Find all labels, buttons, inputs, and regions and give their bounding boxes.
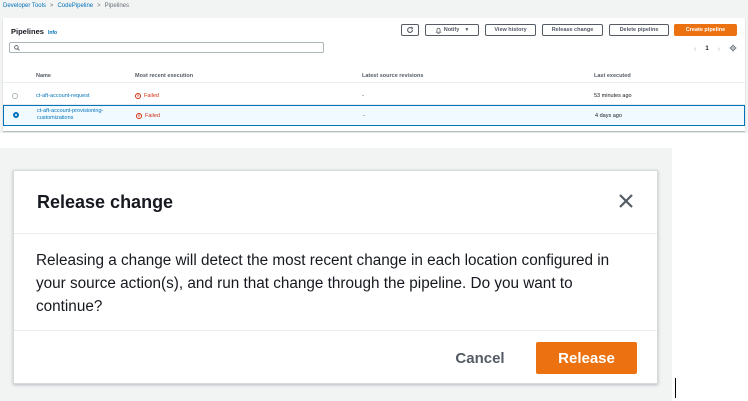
notify-label: Notify: [443, 27, 460, 33]
close-icon: [619, 194, 633, 208]
last-executed: 4 days ago: [595, 113, 622, 119]
info-link[interactable]: Info: [48, 30, 57, 36]
cancel-button[interactable]: Cancel: [445, 346, 515, 370]
modal-message: Releasing a change will detect the most …: [36, 252, 610, 315]
status-label: Failed: [144, 93, 159, 99]
pipeline-name-line-1[interactable]: ct-aft-account-provisioning-: [37, 108, 103, 114]
release-button[interactable]: Release: [536, 342, 637, 374]
table-row[interactable]: ct-aft-account-request ✕ Failed - 53 minu…: [3, 88, 745, 105]
pagination: ‹ 1 ›: [685, 44, 737, 54]
refresh-icon: [407, 26, 414, 33]
pipeline-name-link[interactable]: ct-aft-account-request: [36, 93, 90, 100]
refresh-button[interactable]: [401, 24, 419, 36]
source-revision: -: [362, 93, 364, 99]
release-change-button[interactable]: Release change: [542, 24, 603, 36]
breadcrumb-pipelines: Pipelines: [104, 3, 130, 9]
failed-icon: ✕: [136, 113, 142, 119]
pipelines-console: Developer Tools > CodePipeline > Pipelin…: [0, 0, 748, 133]
search-icon: [14, 45, 20, 51]
pipeline-name-link[interactable]: ct-aft-account-provisioning- customizati…: [37, 108, 103, 122]
column-header-last-executed[interactable]: Last executed: [594, 73, 631, 79]
modal-header: Release change: [14, 171, 657, 234]
delete-pipeline-button[interactable]: Delete pipeline: [609, 24, 669, 36]
failed-icon: ✕: [135, 93, 141, 99]
last-executed: 53 minutes ago: [594, 93, 632, 99]
notify-button[interactable]: Notify ▼: [425, 24, 479, 36]
column-header-name[interactable]: Name: [36, 73, 51, 79]
page-title: Pipelines Info: [11, 27, 57, 36]
table-header: Name Most recent execution Latest source…: [3, 67, 745, 83]
modal-title: Release change: [37, 192, 174, 212]
view-history-button[interactable]: View history: [485, 24, 536, 36]
settings-icon[interactable]: [729, 44, 737, 54]
breadcrumb-separator-icon: >: [49, 3, 54, 9]
column-header-most-recent-execution[interactable]: Most recent execution: [135, 73, 193, 79]
breadcrumb-developer-tools[interactable]: Developer Tools: [3, 3, 46, 9]
chevron-left-icon[interactable]: ‹: [694, 46, 696, 53]
table-row[interactable]: ct-aft-account-provisioning- customizati…: [3, 105, 745, 126]
page-number[interactable]: 1: [705, 46, 708, 52]
status-badge: ✕ Failed: [136, 113, 160, 119]
status-badge: ✕ Failed: [135, 93, 159, 99]
breadcrumb-separator-icon: >: [97, 3, 101, 9]
caret-down-icon: ▼: [464, 27, 470, 33]
status-label: Failed: [145, 113, 160, 119]
breadcrumb-codepipeline[interactable]: CodePipeline: [57, 3, 93, 9]
column-header-latest-source-revisions: Latest source revisions: [362, 73, 424, 79]
text-cursor: [675, 378, 676, 398]
bell-icon: [435, 27, 442, 34]
row-radio[interactable]: [12, 93, 18, 99]
create-pipeline-button[interactable]: Create pipeline: [674, 24, 737, 36]
row-radio[interactable]: [13, 112, 19, 118]
modal-footer: Cancel Release: [14, 330, 657, 385]
source-revision: -: [363, 113, 365, 119]
release-change-dialog: Release change Releasing a change will d…: [13, 170, 658, 384]
pipeline-name-line-2[interactable]: customizations: [37, 115, 73, 121]
pipelines-title: Pipelines: [11, 27, 44, 36]
close-button[interactable]: [615, 190, 637, 212]
breadcrumb: Developer Tools > CodePipeline > Pipelin…: [3, 3, 129, 9]
chevron-right-icon[interactable]: ›: [718, 46, 720, 53]
search-input[interactable]: [9, 42, 324, 53]
